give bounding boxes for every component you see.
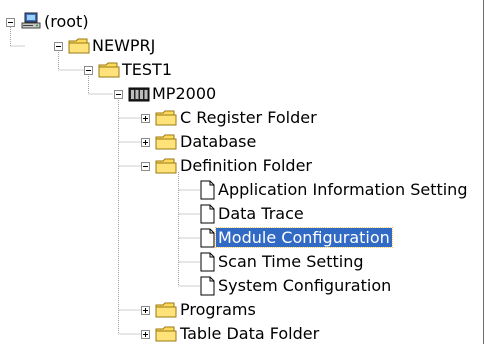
tree-node-label[interactable]: Programs <box>178 300 258 319</box>
expand-toggle-icon[interactable] <box>141 330 150 339</box>
tree-node-label[interactable]: Scan Time Setting <box>216 252 366 271</box>
tree-node-label[interactable]: Data Trace <box>216 204 306 223</box>
tree-node-label[interactable]: Table Data Folder <box>178 324 321 343</box>
expand-toggle-icon[interactable] <box>141 114 150 123</box>
tree-node-label[interactable]: Database <box>178 132 258 151</box>
folder-icon <box>155 134 177 150</box>
collapse-toggle-icon[interactable] <box>141 162 150 171</box>
collapse-toggle-icon[interactable] <box>54 42 63 51</box>
project-tree-view[interactable]: (root) NEWPRJ TEST1 MP2000 C Register Fo… <box>0 0 484 344</box>
tree-node-label[interactable]: C Register Folder <box>178 108 319 127</box>
tree-node-label[interactable]: NEWPRJ <box>90 36 157 55</box>
tree-node-label-selected[interactable]: Module Configuration <box>215 227 393 248</box>
tree-node-label[interactable]: MP2000 <box>150 84 218 103</box>
document-icon <box>200 180 215 200</box>
collapse-toggle-icon[interactable] <box>6 18 15 27</box>
expand-toggle-icon[interactable] <box>141 306 150 315</box>
folder-icon <box>155 302 177 318</box>
document-icon <box>200 228 215 248</box>
tree-node-label[interactable]: (root) <box>42 12 91 31</box>
folder-icon <box>155 158 177 174</box>
collapse-toggle-icon[interactable] <box>114 90 123 99</box>
tree-node-label[interactable]: Application Information Setting <box>216 180 469 199</box>
workstation-icon <box>21 12 41 29</box>
tree-node-label[interactable]: TEST1 <box>120 60 174 79</box>
folder-icon <box>68 38 90 54</box>
collapse-toggle-icon[interactable] <box>84 66 93 75</box>
document-icon <box>200 252 215 272</box>
folder-icon <box>98 62 120 78</box>
document-icon <box>200 204 215 224</box>
tree-node-label[interactable]: Definition Folder <box>178 156 314 175</box>
folder-icon <box>155 110 177 126</box>
tree-node-label[interactable]: System Configuration <box>216 276 393 295</box>
folder-icon <box>155 326 177 342</box>
controller-icon <box>128 87 150 102</box>
expand-toggle-icon[interactable] <box>141 138 150 147</box>
document-icon <box>200 276 215 296</box>
